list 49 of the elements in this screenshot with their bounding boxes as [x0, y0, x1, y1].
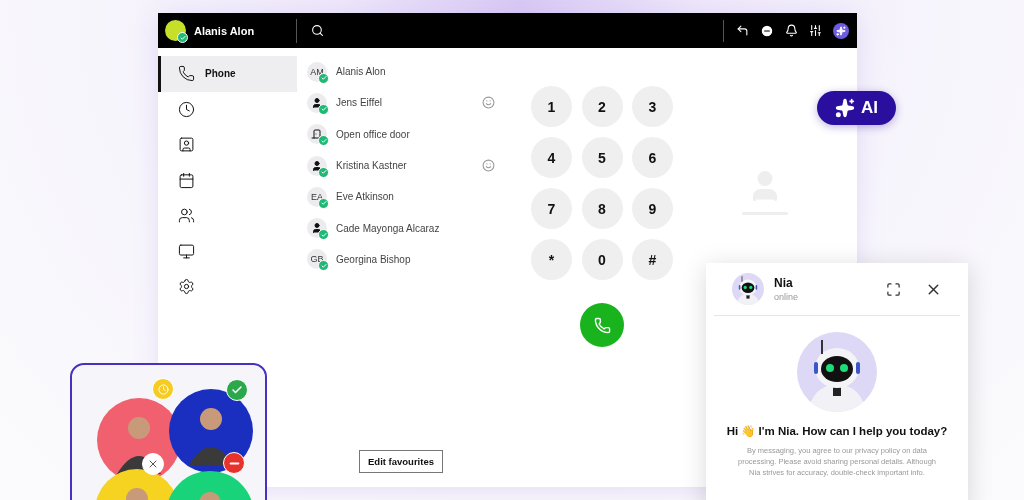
redirect-icon[interactable]: [736, 24, 749, 37]
dial-key[interactable]: 5: [581, 137, 623, 178]
dial-key[interactable]: 2: [581, 86, 623, 127]
contact-name[interactable]: Georgina Bishop: [336, 253, 495, 265]
dial-key[interactable]: 4: [531, 137, 572, 178]
contact-name[interactable]: Eve Atkinson: [336, 191, 495, 203]
contact-name[interactable]: Kristina Kastner: [336, 160, 473, 172]
search-icon[interactable]: [311, 24, 324, 37]
call-button[interactable]: [580, 303, 624, 347]
contact-name[interactable]: Open office door: [336, 128, 495, 140]
clock-icon: [178, 100, 195, 118]
sparkle-icon[interactable]: [833, 22, 849, 39]
settings-icon: [178, 278, 195, 296]
bot-status: online: [774, 292, 800, 302]
edit-favourites-button[interactable]: Edit favourites: [359, 450, 443, 473]
calendar-icon: [178, 171, 195, 189]
do-not-disturb-icon[interactable]: [760, 23, 774, 38]
monitor-icon: [178, 242, 195, 260]
dial-key[interactable]: *: [531, 239, 572, 280]
contact-name[interactable]: Cade Mayonga Alcaraz: [336, 222, 495, 234]
nav-item[interactable]: Phone: [158, 56, 297, 92]
contact-name[interactable]: Jens Eiffel: [336, 97, 473, 109]
sliders-icon[interactable]: [809, 24, 822, 37]
contact-name[interactable]: Alanis Alon: [336, 66, 495, 78]
bot-name: Nia: [774, 276, 794, 290]
expand-icon[interactable]: [886, 281, 901, 297]
dial-key[interactable]: 8: [581, 188, 623, 229]
user-avatar[interactable]: [165, 20, 186, 41]
dial-key[interactable]: 0: [581, 239, 623, 280]
clock-icon: [157, 383, 169, 395]
ai-button[interactable]: AI: [817, 91, 896, 125]
greeting-text: Hi 👋 I'm Nia. How can I help you today?: [726, 424, 948, 438]
phone-icon: [178, 65, 195, 83]
check-icon: [231, 384, 243, 396]
group-icon: [178, 207, 195, 225]
dial-key[interactable]: 7: [531, 188, 572, 229]
dial-key[interactable]: 1: [531, 86, 572, 127]
close-icon: [147, 458, 159, 470]
sparkle-icon: [835, 98, 855, 118]
contact-avatar: GB: [307, 249, 327, 270]
user-name: Alanis Alon: [194, 24, 255, 37]
dial-key[interactable]: 6: [632, 137, 673, 178]
contact-avatar: AM: [307, 61, 327, 82]
contact-card-icon: [178, 136, 195, 154]
notification-bell-icon[interactable]: [785, 24, 798, 37]
dial-key[interactable]: #: [632, 239, 673, 280]
dial-key[interactable]: 3: [632, 86, 673, 127]
dial-key[interactable]: 9: [632, 188, 673, 229]
phone-icon: [593, 316, 611, 334]
